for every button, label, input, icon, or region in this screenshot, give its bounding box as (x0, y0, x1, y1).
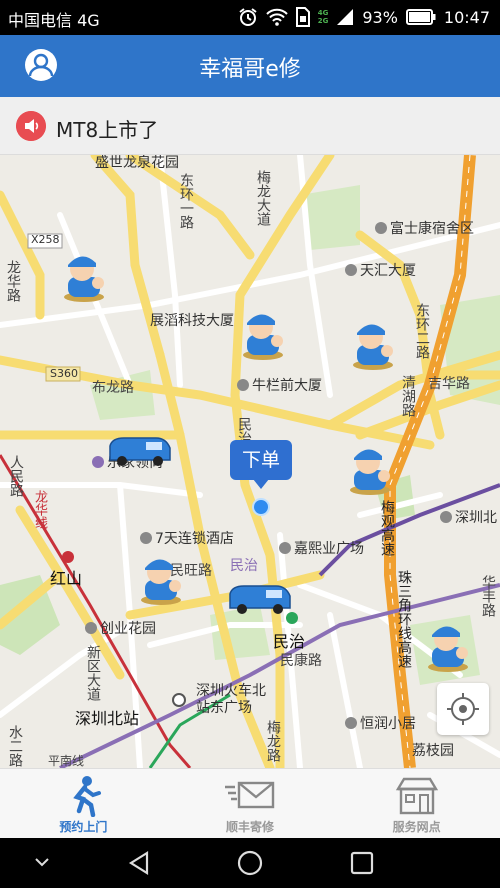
walking-person-icon (73, 776, 102, 817)
map-label-station: 深圳北站 (75, 709, 140, 728)
repairman-marker[interactable] (237, 305, 289, 361)
map-label-poi: 深圳北 (440, 507, 497, 527)
map-label-road: 布龙路 (92, 380, 134, 396)
map-label-highway: 珠三角环线高速 (396, 570, 412, 668)
sim-icon (295, 7, 310, 27)
poi-dot-icon (85, 622, 97, 634)
map-label-poi: 创业花园 (85, 618, 156, 638)
battery-percent: 93% (362, 7, 398, 27)
van-marker[interactable] (226, 582, 294, 616)
alarm-icon (239, 8, 257, 26)
signal-icon (337, 9, 354, 25)
locate-button[interactable] (437, 683, 489, 735)
poi-dot-icon (237, 379, 249, 391)
map-label-road: 民康路 (280, 653, 322, 669)
poi-dot-icon (375, 222, 387, 234)
map-label-poi: 深圳火车北站东广场 (196, 683, 266, 716)
place-order-button[interactable]: 下单 (230, 440, 292, 489)
status-bar: 中国电信 4G 4G 2G 93% 10:47 (0, 0, 500, 35)
map-label-poi: 盛世龙泉花园 (95, 155, 179, 171)
map-view[interactable]: 盛世龙泉花园 东环一路 梅龙大道 富士康宿舍区 X258 天汇大厦 龙华路 展滔… (0, 155, 500, 768)
map-label-road: 人民路 (8, 455, 24, 497)
tab-label: 顺丰寄修 (226, 820, 275, 834)
map-label-metro-station: 红山 (50, 569, 83, 588)
recents-icon[interactable] (349, 850, 375, 876)
map-label-road: 东环一路 (178, 173, 194, 229)
repairman-marker[interactable] (58, 247, 110, 303)
map-label-road: 梅龙路 (265, 720, 281, 762)
map-label-road: 平南线 (48, 754, 85, 768)
tab-service-outlets[interactable]: 服务网点 (333, 769, 500, 838)
tab-appointment[interactable]: 预约上门 (0, 769, 167, 838)
map-label-road: 华丰路 (480, 575, 496, 617)
current-location-dot (252, 498, 270, 516)
back-icon[interactable] (127, 850, 153, 876)
map-label-road: 东环二路 (414, 303, 430, 359)
map-label-poi: 天汇大厦 (345, 260, 416, 280)
battery-icon (405, 9, 436, 25)
speaker-icon (16, 111, 46, 141)
carrier-label: 中国电信 4G (8, 11, 100, 30)
map-label-poi: 牛栏前大厦 (237, 375, 322, 395)
chevron-down-icon[interactable] (34, 856, 50, 868)
van-marker[interactable] (106, 434, 174, 468)
map-label-shield: X258 (31, 233, 60, 246)
poi-dot-icon (279, 542, 291, 554)
mail-icon (225, 781, 275, 809)
poi-dot-icon (140, 532, 152, 544)
home-icon[interactable] (237, 850, 263, 876)
map-label-poi: 展滔科技大厦 (150, 313, 234, 329)
tab-sf-mail-repair[interactable]: 顺丰寄修 (167, 769, 334, 838)
tab-label: 预约上门 (59, 820, 108, 834)
map-label-metro-line: 龙华线 (32, 490, 47, 529)
store-icon (395, 777, 438, 815)
crosshair-icon (447, 693, 479, 725)
map-label-shield: S360 (50, 367, 78, 380)
bottom-tab-bar: 预约上门 顺丰寄修 服务网点 (0, 768, 500, 838)
map-label-highway: 梅观高速 (379, 500, 395, 556)
map-label-poi: 7天连锁酒店 (140, 528, 234, 548)
map-label-poi: 恒润小居 (345, 713, 416, 733)
map-label-road: 龙华路 (5, 260, 21, 302)
notice-text: MT8上市了 (56, 118, 159, 142)
map-label-poi: 嘉熙业广场 (279, 538, 364, 558)
tab-label: 服务网点 (392, 820, 441, 834)
clock: 10:47 (443, 7, 490, 27)
map-label-poi: 荔枝园 (412, 743, 454, 759)
system-nav-bar (0, 838, 500, 888)
repairman-marker[interactable] (422, 617, 474, 673)
map-label-road: 新区大道 (85, 645, 101, 701)
app-header: 幸福哥e修 (0, 35, 500, 97)
notice-bar[interactable]: MT8上市了 (0, 97, 500, 155)
map-label-poi: 富士康宿舍区 (375, 218, 474, 238)
poi-dot-icon (345, 264, 357, 276)
network-type: 4G 2G (317, 9, 329, 25)
map-label-road: 清湖路 (400, 375, 416, 417)
repairman-marker[interactable] (347, 315, 399, 371)
map-label-road: 吉华路 (428, 376, 470, 392)
repairman-marker[interactable] (135, 550, 187, 606)
app-title: 幸福哥e修 (199, 57, 301, 82)
poi-dot-icon (345, 717, 357, 729)
map-label-road: 水二路 (7, 725, 23, 767)
wifi-icon (265, 8, 288, 26)
map-label-metro-station: 民治 (273, 632, 306, 651)
poi-dot-icon (440, 511, 452, 523)
poi-dot-icon (92, 456, 104, 468)
map-label-road: 梅龙大道 (255, 170, 271, 226)
map-label-area: 民治 (230, 558, 258, 574)
repairman-marker[interactable] (344, 440, 396, 496)
